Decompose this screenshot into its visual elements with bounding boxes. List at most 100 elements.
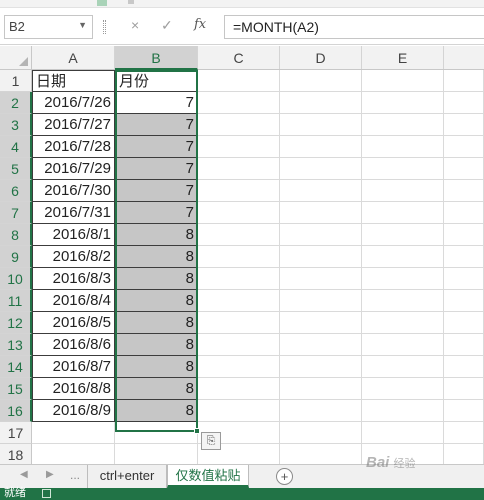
cell-e[interactable] (362, 312, 444, 334)
cell-a[interactable]: 2016/8/5 (32, 312, 115, 334)
select-all-corner[interactable] (0, 46, 32, 69)
cell-d[interactable] (280, 136, 362, 158)
column-header-c[interactable]: C (198, 46, 280, 69)
cell-a[interactable]: 2016/7/26 (32, 92, 115, 114)
cell-c[interactable] (198, 224, 280, 246)
cell-b[interactable]: 7 (115, 202, 198, 224)
row-header[interactable]: 7 (0, 202, 32, 224)
cell-f[interactable] (444, 378, 484, 400)
cell-f[interactable] (444, 312, 484, 334)
ribbon-tool-icon[interactable] (97, 0, 107, 6)
cell-f[interactable] (444, 334, 484, 356)
cell-d[interactable] (280, 356, 362, 378)
cell-e[interactable] (362, 334, 444, 356)
cell-b[interactable]: 8 (115, 268, 198, 290)
cell-a[interactable]: 2016/7/31 (32, 202, 115, 224)
cell-e[interactable] (362, 158, 444, 180)
cell-b[interactable]: 月份 (115, 70, 198, 92)
cell-c[interactable] (198, 246, 280, 268)
cell-e[interactable] (362, 422, 444, 444)
fill-handle[interactable] (194, 428, 200, 434)
cell-a[interactable]: 2016/8/4 (32, 290, 115, 312)
cell-b[interactable]: 8 (115, 246, 198, 268)
cell-c[interactable] (198, 114, 280, 136)
sheet-tab-paste-values[interactable]: 仅数值粘贴 (167, 465, 249, 488)
cell-e[interactable] (362, 378, 444, 400)
cell-d[interactable] (280, 114, 362, 136)
cell-d[interactable] (280, 312, 362, 334)
ribbon-tool-icon[interactable] (128, 0, 134, 4)
row-header[interactable]: 10 (0, 268, 32, 290)
cell-a[interactable]: 2016/8/7 (32, 356, 115, 378)
cell-a[interactable]: 2016/8/6 (32, 334, 115, 356)
cell-c[interactable] (198, 356, 280, 378)
add-sheet-icon[interactable]: + (276, 468, 293, 485)
row-header[interactable]: 3 (0, 114, 32, 136)
cell-f[interactable] (444, 224, 484, 246)
cell-c[interactable] (198, 334, 280, 356)
cancel-icon[interactable]: × (131, 17, 139, 33)
cell-a[interactable]: 2016/8/2 (32, 246, 115, 268)
cell-c[interactable] (198, 312, 280, 334)
cell-f[interactable] (444, 356, 484, 378)
cell-e[interactable] (362, 70, 444, 92)
cell-f[interactable] (444, 92, 484, 114)
cell-f[interactable] (444, 70, 484, 92)
cell-b[interactable] (115, 444, 198, 466)
cell-a[interactable]: 2016/8/8 (32, 378, 115, 400)
row-header[interactable]: 12 (0, 312, 32, 334)
confirm-icon[interactable]: ✓ (161, 17, 173, 34)
cell-a[interactable]: 2016/7/29 (32, 158, 115, 180)
cell-a[interactable]: 2016/8/3 (32, 268, 115, 290)
row-header[interactable]: 6 (0, 180, 32, 202)
cell-e[interactable] (362, 268, 444, 290)
cell-a[interactable]: 日期 (32, 70, 115, 92)
row-header[interactable]: 4 (0, 136, 32, 158)
cell-c[interactable] (198, 70, 280, 92)
row-header[interactable]: 2 (0, 92, 32, 114)
row-header[interactable]: 18 (0, 444, 32, 466)
cell-c[interactable] (198, 400, 280, 422)
cell-f[interactable] (444, 400, 484, 422)
cell-d[interactable] (280, 422, 362, 444)
cell-e[interactable] (362, 114, 444, 136)
cell-f[interactable] (444, 246, 484, 268)
name-box-dropdown-icon[interactable]: ▼ (78, 20, 87, 30)
row-header[interactable]: 9 (0, 246, 32, 268)
row-header[interactable]: 14 (0, 356, 32, 378)
sheet-tab-ctrl-enter[interactable]: ctrl+enter (87, 465, 167, 488)
cell-f[interactable] (444, 180, 484, 202)
formula-input[interactable]: =MONTH(A2) (224, 15, 484, 39)
cell-f[interactable] (444, 444, 484, 466)
cell-c[interactable] (198, 180, 280, 202)
cell-f[interactable] (444, 158, 484, 180)
cell-e[interactable] (362, 290, 444, 312)
cell-d[interactable] (280, 202, 362, 224)
cell-d[interactable] (280, 158, 362, 180)
row-header[interactable]: 11 (0, 290, 32, 312)
cell-d[interactable] (280, 92, 362, 114)
cell-b[interactable]: 8 (115, 312, 198, 334)
row-header[interactable]: 8 (0, 224, 32, 246)
row-header[interactable]: 15 (0, 378, 32, 400)
cell-d[interactable] (280, 268, 362, 290)
cell-d[interactable] (280, 400, 362, 422)
cell-b[interactable]: 8 (115, 356, 198, 378)
cell-a[interactable]: 2016/7/28 (32, 136, 115, 158)
cell-e[interactable] (362, 180, 444, 202)
paste-options-icon[interactable]: ⎘ (201, 432, 221, 450)
row-header[interactable]: 13 (0, 334, 32, 356)
cell-c[interactable] (198, 268, 280, 290)
cell-d[interactable] (280, 246, 362, 268)
cell-e[interactable] (362, 246, 444, 268)
cell-b[interactable]: 8 (115, 224, 198, 246)
column-header-e[interactable]: E (362, 46, 444, 69)
cell-a[interactable]: 2016/7/27 (32, 114, 115, 136)
cell-a[interactable]: 2016/7/30 (32, 180, 115, 202)
macro-record-icon[interactable] (42, 489, 51, 498)
cell-f[interactable] (444, 114, 484, 136)
cell-c[interactable] (198, 378, 280, 400)
cell-b[interactable]: 7 (115, 92, 198, 114)
name-box[interactable]: B2 ▼ (4, 15, 93, 39)
row-header[interactable]: 16 (0, 400, 32, 422)
